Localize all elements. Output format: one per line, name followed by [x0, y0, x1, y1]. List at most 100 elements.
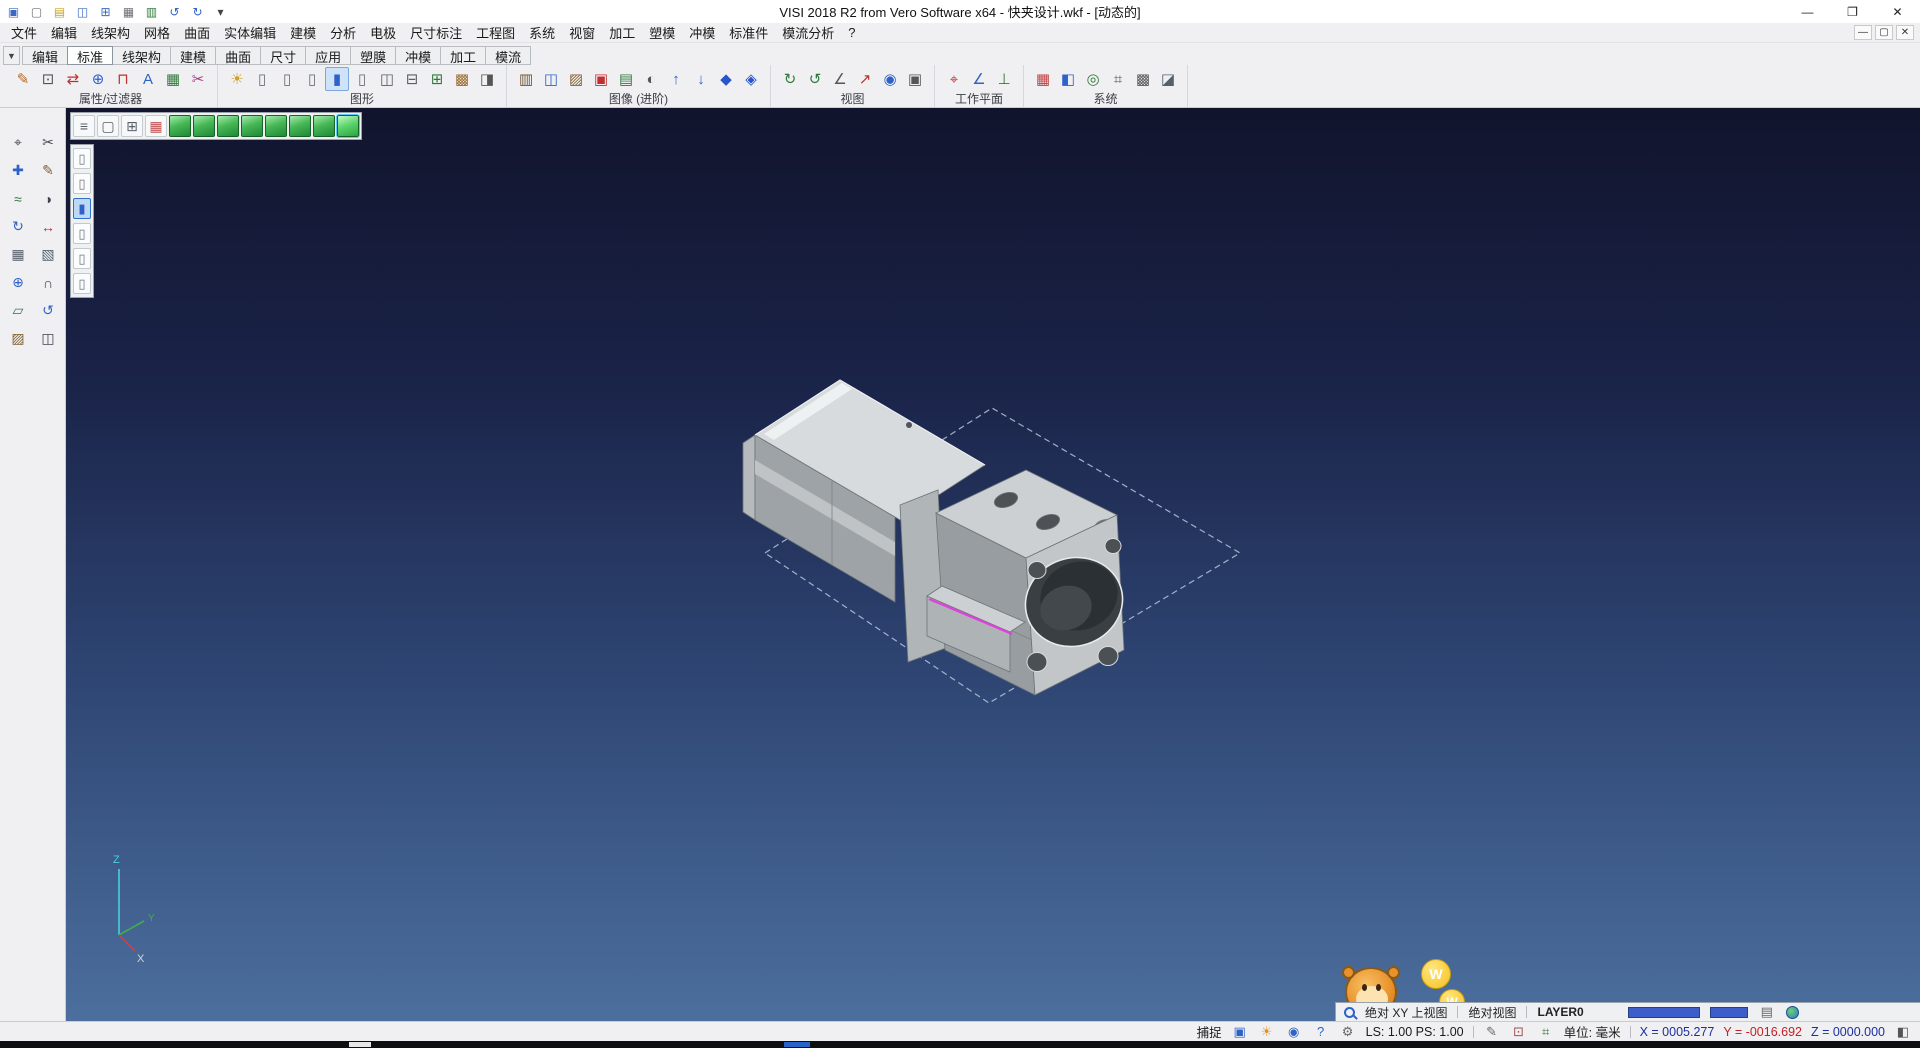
menu-item-13[interactable]: 加工 — [602, 21, 642, 44]
minimize-button[interactable]: — — [1785, 0, 1830, 23]
active-layer-label[interactable]: LAYER0 — [1537, 1005, 1583, 1019]
clear-filter-icon[interactable]: ✂ — [186, 67, 210, 91]
users-icon[interactable]: ◉ — [1285, 1024, 1303, 1040]
window-single-icon[interactable]: ▢ — [97, 115, 119, 137]
window-multi-icon[interactable]: ⊞ — [121, 115, 143, 137]
tab-6[interactable]: 应用 — [305, 46, 351, 65]
measure-angle-icon[interactable]: ∠ — [828, 67, 852, 91]
snap-toggle[interactable]: 捕捉 — [1197, 1022, 1222, 1041]
menu-item-7[interactable]: 分析 — [323, 21, 363, 44]
open-folder-icon[interactable]: ▤ — [49, 2, 70, 21]
view-bottom-icon[interactable] — [313, 115, 335, 137]
view-orientation-label[interactable]: 绝对 XY 上视图 — [1365, 1004, 1447, 1021]
menu-item-1[interactable]: 编辑 — [44, 21, 84, 44]
gradient-icon[interactable]: ◪ — [1156, 67, 1180, 91]
globe-system-icon[interactable]: ◎ — [1081, 67, 1105, 91]
globe-icon[interactable] — [1786, 1006, 1799, 1019]
workplane-normal-icon[interactable]: ⊥ — [992, 67, 1016, 91]
view-back-icon[interactable] — [289, 115, 311, 137]
redo-icon[interactable]: ↻ — [187, 2, 208, 21]
view-mode-label[interactable]: 绝对视图 — [1468, 1004, 1516, 1021]
raise-image-icon[interactable]: ↑ — [664, 67, 688, 91]
workplane-origin-icon[interactable]: ⌖ — [942, 67, 966, 91]
previous-view-icon[interactable]: ↺ — [803, 67, 827, 91]
boolean-icon[interactable]: ⊕ — [5, 270, 31, 295]
solid-hide-icon[interactable]: ▯ — [275, 67, 299, 91]
trim-icon[interactable]: ✂ — [35, 130, 61, 155]
brightness-icon[interactable]: ☀ — [1258, 1024, 1276, 1040]
swap-filter-icon[interactable]: ⇄ — [61, 67, 85, 91]
eye-view-icon[interactable]: ◉ — [878, 67, 902, 91]
fillet-icon[interactable]: ∩ — [35, 270, 61, 295]
undo-view-icon[interactable]: ↺ — [35, 298, 61, 323]
solid-show-icon[interactable]: ▯ — [300, 67, 324, 91]
menu-item-5[interactable]: 实体编辑 — [217, 21, 283, 44]
wireframe-icon[interactable]: ◫ — [375, 67, 399, 91]
camera-view-icon[interactable]: ▣ — [903, 67, 927, 91]
print-icon[interactable]: ▦ — [118, 2, 139, 21]
monitor-icon[interactable]: ◧ — [1056, 67, 1080, 91]
layer-filter-icon[interactable]: ▦ — [161, 67, 185, 91]
mdi-restore-button[interactable]: ▢ — [1875, 25, 1893, 40]
link-filter-icon[interactable]: ⊕ — [86, 67, 110, 91]
menu-item-3[interactable]: 网格 — [137, 21, 177, 44]
edit-mode-icon[interactable]: ✎ — [1483, 1024, 1501, 1040]
menu-item-14[interactable]: 塑模 — [642, 21, 682, 44]
tab-4[interactable]: 曲面 — [215, 46, 261, 65]
view-top-icon[interactable] — [193, 115, 215, 137]
layer-image-icon[interactable]: ▤ — [614, 67, 638, 91]
app-menu-icon[interactable]: ▣ — [3, 2, 24, 21]
texture-icon[interactable]: ▥ — [514, 67, 538, 91]
contrast-icon[interactable]: ◐ — [639, 67, 663, 91]
body-item-icon[interactable]: ▯ — [73, 148, 91, 169]
mdi-minimize-button[interactable]: — — [1854, 25, 1872, 40]
solid-list-icon[interactable]: ▯ — [350, 67, 374, 91]
graphics-options-icon[interactable]: ◨ — [475, 67, 499, 91]
view-right-icon[interactable] — [241, 115, 263, 137]
menu-item-8[interactable]: 电极 — [363, 21, 403, 44]
gear-icon[interactable]: ⚙ — [1339, 1024, 1357, 1040]
printer-icon[interactable]: ⊡ — [1510, 1024, 1528, 1040]
tab-10[interactable]: 模流 — [485, 46, 531, 65]
tab-2[interactable]: 线架构 — [112, 46, 171, 65]
image-planes-icon[interactable]: ◫ — [539, 67, 563, 91]
view-iso-icon[interactable] — [169, 115, 191, 137]
menu-item-6[interactable]: 建模 — [283, 21, 323, 44]
snap-settings-icon[interactable]: ⌗ — [1106, 67, 1130, 91]
snapshot-icon[interactable]: ▣ — [589, 67, 613, 91]
edit-attributes-icon[interactable]: ✎ — [11, 67, 35, 91]
copy-attributes-icon[interactable]: ⊡ — [36, 67, 60, 91]
material-box-icon[interactable]: ▩ — [450, 67, 474, 91]
new-file-icon[interactable]: ▢ — [26, 2, 47, 21]
screen-icon[interactable]: ▣ — [1231, 1024, 1249, 1040]
color-palette-icon[interactable]: ▦ — [1031, 67, 1055, 91]
advanced-render-icon[interactable]: ◈ — [739, 67, 763, 91]
dynamic-view-icon[interactable]: ↗ — [853, 67, 877, 91]
save-icon[interactable]: ◫ — [72, 2, 93, 21]
solid-active-icon[interactable]: ▮ — [325, 67, 349, 91]
grid-settings-icon[interactable]: ▩ — [1131, 67, 1155, 91]
grid-snap-icon[interactable]: ⌗ — [1537, 1024, 1555, 1040]
search-icon[interactable] — [1344, 1007, 1355, 1018]
pattern-icon[interactable]: ▱ — [5, 298, 31, 323]
render-colors-icon[interactable]: ▦ — [145, 115, 167, 137]
curve-icon[interactable]: ≈ — [5, 186, 31, 211]
dimension-icon[interactable]: ↔ — [35, 214, 61, 239]
tab-9[interactable]: 加工 — [440, 46, 486, 65]
restore-button[interactable]: ❐ — [1830, 0, 1875, 23]
view-front-icon[interactable] — [217, 115, 239, 137]
menu-item-9[interactable]: 尺寸标注 — [403, 21, 469, 44]
body-item-icon[interactable]: ▯ — [73, 273, 91, 294]
menu-item-12[interactable]: 视窗 — [562, 21, 602, 44]
solid-view-icon[interactable]: ▯ — [250, 67, 274, 91]
mask-icon[interactable]: ▨ — [564, 67, 588, 91]
shading-icon[interactable]: ☀ — [225, 67, 249, 91]
close-button[interactable]: ✕ — [1875, 0, 1920, 23]
workplane-angle-icon[interactable]: ∠ — [967, 67, 991, 91]
tab-1[interactable]: 标准 — [67, 46, 113, 65]
text-attributes-icon[interactable]: A — [136, 67, 160, 91]
menu-item-11[interactable]: 系统 — [522, 21, 562, 44]
view-shaded-icon[interactable] — [337, 115, 359, 137]
toolbar-options-icon[interactable]: ▾ — [210, 2, 231, 21]
gem-render-icon[interactable]: ◆ — [714, 67, 738, 91]
